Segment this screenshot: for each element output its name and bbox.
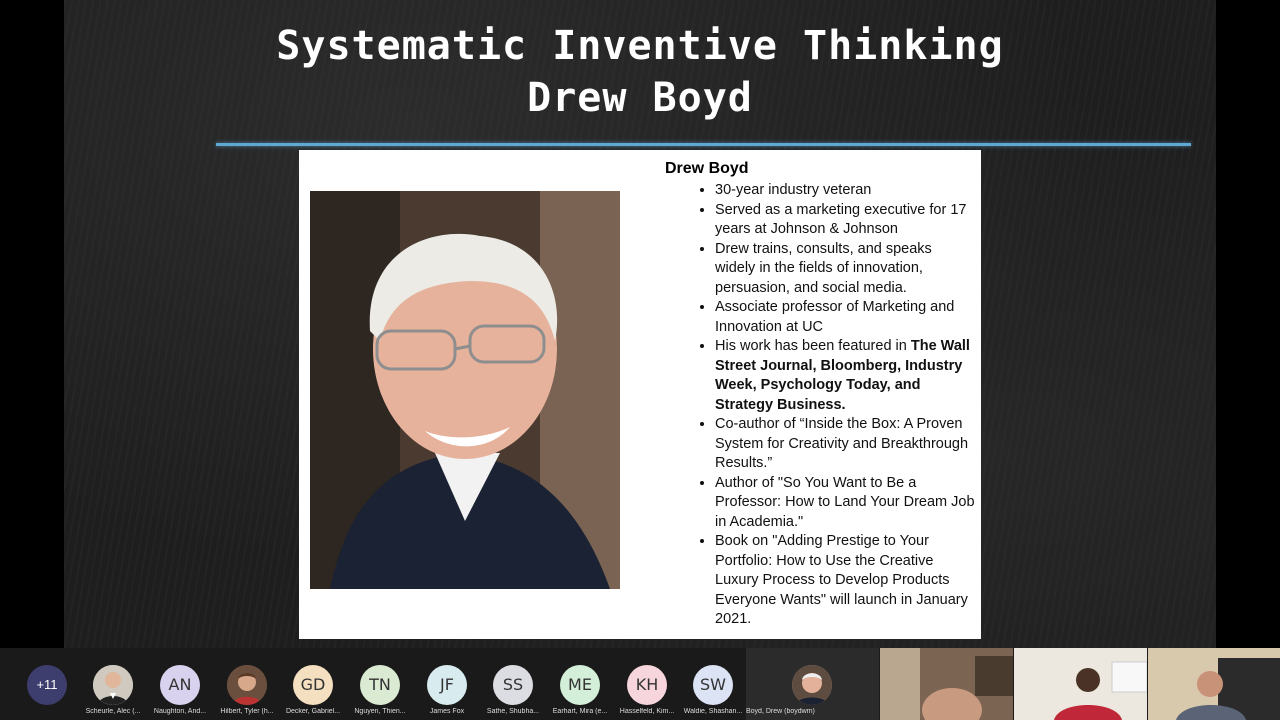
avatar-initials: ME [560,665,600,705]
avatar-initials: JF [427,665,467,705]
bio-bullet: Book on "Adding Prestige to Your Portfol… [715,532,975,630]
active-speaker-tile[interactable]: Boyd, Drew (boydwm) [746,648,879,720]
participant-name: Hilbert, Tyler (h... [220,708,274,715]
avatar-initials: AN [160,665,200,705]
participant-tile[interactable]: GD Decker, Gabriel... [280,648,346,720]
shared-screen: Systematic Inventive Thinking Drew Boyd [0,0,1280,648]
portrait-photo [310,191,620,589]
participant-tile[interactable]: Hilbert, Tyler (h... [214,648,280,720]
bio-panel: Drew Boyd 30-year industry veteran Serve… [299,150,981,639]
bio-name: Drew Boyd [665,160,749,177]
participant-name: Naughton, And... [153,708,207,715]
speaker-avatar [792,665,832,705]
participant-name: Earhart, Mira (e... [552,708,608,715]
participant-name: Scheurle, Alec (... [85,708,141,715]
bio-bullet: 30-year industry veteran [715,181,975,201]
participant-tile[interactable]: AN Naughton, And... [147,648,213,720]
avatar-initials: KH [627,665,667,705]
title-divider [216,143,1191,146]
avatar [227,665,267,705]
participant-name: James Fox [429,708,465,715]
bio-bullet: Associate professor of Marketing and Inn… [715,298,975,337]
participant-tile[interactable]: KH Hasselfeld, Kim... [614,648,680,720]
presentation-slide: Systematic Inventive Thinking Drew Boyd [64,0,1216,648]
bio-bullet: Co-author of “Inside the Box: A Proven S… [715,415,975,474]
slide-subtitle: Drew Boyd [527,75,753,121]
participant-tile[interactable]: SW Waldie, Shashan... [680,648,746,720]
bio-bullets: 30-year industry veteran Served as a mar… [665,181,975,630]
participant-tile[interactable]: JF James Fox [414,648,480,720]
video-feed[interactable] [1014,648,1147,720]
participant-name: Nguyen, Thien... [354,708,406,715]
more-participants-button[interactable]: +11 [27,665,67,705]
avatar [93,665,133,705]
participant-name: Sathe, Shubha... [486,708,540,715]
avatar-initials: TN [360,665,400,705]
video-feed[interactable] [1148,648,1280,720]
avatar-initials: GD [293,665,333,705]
avatar-initials: SS [493,665,533,705]
participant-tile[interactable]: Scheurle, Alec (... [80,648,146,720]
speaker-name: Boyd, Drew (boydwm) [746,708,815,715]
video-feed[interactable] [880,648,1013,720]
slide-title: Systematic Inventive Thinking [276,23,1004,69]
participant-tile[interactable]: ME Earhart, Mira (e... [547,648,613,720]
bio-bullet-featured: His work has been featured in The Wall S… [715,337,975,415]
participant-tile[interactable]: TN Nguyen, Thien... [347,648,413,720]
bio-bullet: Drew trains, consults, and speaks widely… [715,240,975,299]
bio-bullet: Served as a marketing executive for 17 y… [715,201,975,240]
avatar-initials: SW [693,665,733,705]
participant-name: Decker, Gabriel... [285,708,341,715]
participant-name: Hasselfeld, Kim... [619,708,675,715]
participant-name: Waldie, Shashan... [683,708,743,715]
featured-prefix: His work has been featured in [715,338,911,354]
participant-tile[interactable]: SS Sathe, Shubha... [480,648,546,720]
bio-bullet: Author of "So You Want to Be a Professor… [715,474,975,533]
